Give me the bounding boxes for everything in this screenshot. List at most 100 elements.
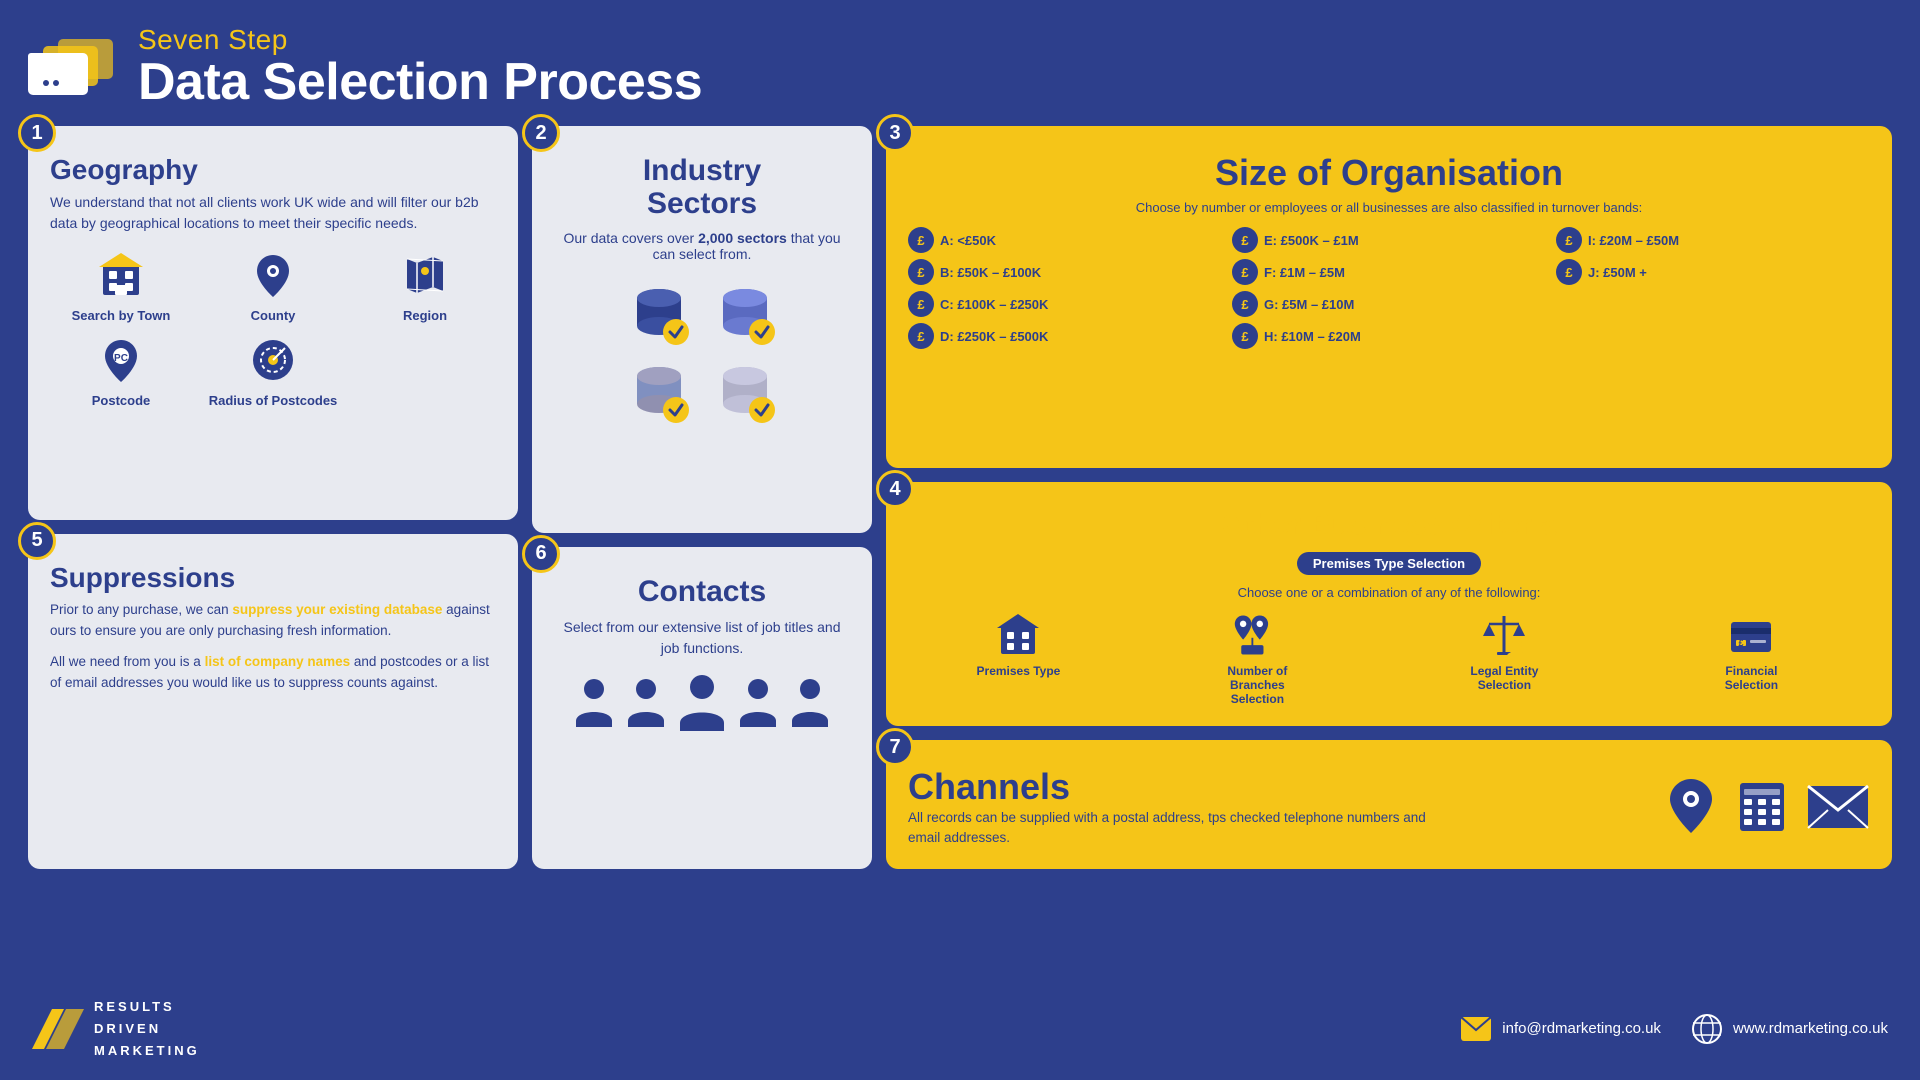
radius-icon <box>246 333 300 387</box>
logo-chevron-icon <box>32 1009 84 1049</box>
building2-icon <box>993 610 1043 660</box>
pound-icon-a: £ <box>908 227 934 253</box>
criteria-financial-label: Financial Selection <box>1701 664 1801 692</box>
size-org-card: 3 Size of Organisation Choose by number … <box>886 126 1892 468</box>
person-icon-1 <box>572 675 616 727</box>
location-icon <box>246 248 300 302</box>
contacts-card: 6 Contacts Select from our extensive lis… <box>532 547 872 869</box>
geo-label-radius: Radius of Postcodes <box>209 393 338 408</box>
contacts-text: Select from our extensive list of job ti… <box>554 617 850 659</box>
turnover-c-label: C: £100K – £250K <box>940 297 1048 312</box>
criteria-legal-label: Legal Entity Selection <box>1454 664 1554 692</box>
header-subtitle: Seven Step <box>138 24 702 56</box>
channel-location-icon <box>1664 777 1718 837</box>
footer-logo-line3: MARKETING <box>94 1040 200 1062</box>
pound-icon-c: £ <box>908 291 934 317</box>
pound-icon-b: £ <box>908 259 934 285</box>
footer-email: info@rdmarketing.co.uk <box>1460 1016 1661 1042</box>
criteria-subtitle: Choose one or a combination of any of th… <box>908 585 1870 600</box>
turnover-h-label: H: £10M – £20M <box>1264 329 1361 344</box>
turnover-j: £ J: £50M + <box>1556 259 1870 285</box>
building-icon <box>94 248 148 302</box>
geography-grid: Search by Town County <box>50 248 496 408</box>
size-org-heading: Size of Organisation <box>908 152 1870 194</box>
person-icon-center <box>676 671 728 731</box>
industry-text: Our data covers over 2,000 sectors that … <box>554 230 850 262</box>
footer-logo-line1: RESULTS <box>94 996 200 1018</box>
footer-contact: info@rdmarketing.co.uk www.rdmarketing.c… <box>1460 1013 1888 1045</box>
geo-item-radius: Radius of Postcodes <box>202 333 344 408</box>
criteria-legal: Legal Entity Selection <box>1454 610 1554 706</box>
header-text: Seven Step Data Selection Process <box>138 24 702 108</box>
step-5-badge: 5 <box>18 522 56 560</box>
financial-icon: £ <box>1726 610 1776 660</box>
step-4-badge: 4 <box>876 470 914 508</box>
database-icon-1 <box>624 280 694 350</box>
database-icon-3 <box>624 358 694 428</box>
turnover-d: £ D: £250K – £500K <box>908 323 1222 349</box>
turnover-d-label: D: £250K – £500K <box>940 329 1048 344</box>
footer-website: www.rdmarketing.co.uk <box>1691 1013 1888 1045</box>
footer-email-icon <box>1460 1016 1492 1042</box>
geo-label-county: County <box>251 308 296 323</box>
geo-label-postcode: Postcode <box>92 393 151 408</box>
step-6-badge: 6 <box>522 535 560 573</box>
turnover-a-label: A: <£50K <box>940 233 996 248</box>
geography-text: We understand that not all clients work … <box>50 192 496 234</box>
map-icon <box>398 248 452 302</box>
industry-heading: IndustrySectors <box>643 154 761 220</box>
turnover-e: £ E: £500K – £1M <box>1232 227 1546 253</box>
suppressions-text1: Prior to any purchase, we can suppress y… <box>50 600 496 642</box>
criteria-branches: Number of Branches Selection <box>1207 610 1307 706</box>
person-icon-2 <box>624 675 668 727</box>
channels-heading: Channels <box>908 766 1428 808</box>
other-biz-card: 4 Other Business Criteria Premises Type … <box>886 482 1892 726</box>
pound-icon-g: £ <box>1232 291 1258 317</box>
turnover-a: £ A: <£50K <box>908 227 1222 253</box>
svg-text:PC: PC <box>114 353 128 364</box>
database-icon-2 <box>710 280 780 350</box>
footer-website-text: www.rdmarketing.co.uk <box>1733 1020 1888 1037</box>
criteria-premises: Premises Type <box>977 610 1061 706</box>
person-icon-3 <box>736 675 780 727</box>
contact-icons <box>572 671 832 731</box>
step-7-badge: 7 <box>876 728 914 766</box>
legal-icon <box>1479 610 1529 660</box>
channel-email-icon <box>1806 782 1870 832</box>
turnover-b: £ B: £50K – £100K <box>908 259 1222 285</box>
pound-icon-f: £ <box>1232 259 1258 285</box>
header-icon <box>28 31 118 101</box>
turnover-f-label: F: £1M – £5M <box>1264 265 1345 280</box>
criteria-branches-label: Number of Branches Selection <box>1207 664 1307 706</box>
premises-badge: Premises Type Selection <box>1297 552 1481 575</box>
geography-heading: Geography <box>50 154 496 186</box>
step-1-badge: 1 <box>18 114 56 152</box>
industry-card: 2 IndustrySectors Our data covers over 2… <box>532 126 872 533</box>
pound-icon-h: £ <box>1232 323 1258 349</box>
footer-logo: RESULTS DRIVEN MARKETING <box>32 996 200 1062</box>
turnover-j-label: J: £50M + <box>1588 265 1647 280</box>
criteria-premises-label: Premises Type <box>977 664 1061 678</box>
channel-phone-icon <box>1732 777 1792 837</box>
pound-icon-j: £ <box>1556 259 1582 285</box>
postcode-icon: PC <box>94 333 148 387</box>
turnover-e-label: E: £500K – £1M <box>1264 233 1359 248</box>
suppressions-text2: All we need from you is a list of compan… <box>50 652 496 694</box>
geo-label-town: Search by Town <box>72 308 171 323</box>
step-3-badge: 3 <box>876 114 914 152</box>
pound-icon-e: £ <box>1232 227 1258 253</box>
turnover-i-label: I: £20M – £50M <box>1588 233 1679 248</box>
channels-card: 7 Channels All records can be supplied w… <box>886 740 1892 869</box>
geo-item-county: County <box>202 248 344 323</box>
footer-globe-icon <box>1691 1013 1723 1045</box>
channels-icons <box>1664 777 1870 837</box>
main-container: Seven Step Data Selection Process 1 Geog… <box>0 0 1920 1080</box>
geo-item-region: Region <box>354 248 496 323</box>
size-org-subtitle: Choose by number or employees or all bus… <box>908 200 1870 215</box>
header: Seven Step Data Selection Process <box>28 24 1892 108</box>
turnover-c: £ C: £100K – £250K <box>908 291 1222 317</box>
turnover-g-label: G: £5M – £10M <box>1264 297 1354 312</box>
geo-item-town: Search by Town <box>50 248 192 323</box>
step-2-badge: 2 <box>522 114 560 152</box>
other-biz-heading: Other Business Criteria <box>908 508 1870 542</box>
